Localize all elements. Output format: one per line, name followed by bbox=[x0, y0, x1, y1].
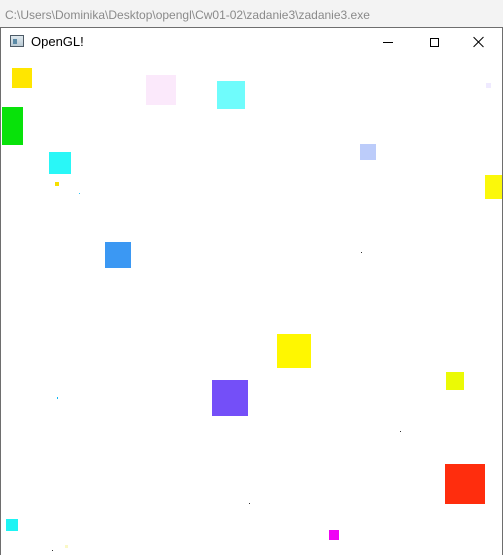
scene-square bbox=[446, 372, 464, 390]
maximize-icon bbox=[429, 37, 439, 47]
console-background: C:\Users\Dominika\Desktop\opengl\Cw01-02… bbox=[0, 0, 503, 28]
scene-square bbox=[146, 75, 176, 105]
close-icon bbox=[473, 36, 485, 48]
scene-speck bbox=[79, 193, 80, 194]
scene-square bbox=[329, 530, 339, 540]
scene-speck bbox=[65, 545, 68, 548]
scene-square bbox=[105, 242, 131, 268]
maximize-button[interactable] bbox=[411, 28, 457, 56]
scene-square bbox=[212, 380, 248, 416]
scene-square bbox=[217, 81, 245, 109]
scene-speck bbox=[52, 550, 53, 551]
minimize-icon bbox=[383, 42, 393, 43]
scene-square bbox=[6, 519, 18, 531]
scene-square bbox=[485, 175, 502, 199]
opengl-canvas[interactable] bbox=[1, 56, 502, 555]
scene-square bbox=[49, 152, 71, 174]
scene-speck bbox=[361, 252, 362, 253]
scene-square bbox=[277, 334, 311, 368]
scene-speck bbox=[57, 397, 58, 399]
minimize-button[interactable] bbox=[365, 28, 411, 56]
console-path: C:\Users\Dominika\Desktop\opengl\Cw01-02… bbox=[5, 8, 370, 22]
opengl-window[interactable]: OpenGL! bbox=[0, 27, 503, 555]
scene-speck bbox=[249, 503, 250, 504]
application-window-icon bbox=[10, 35, 24, 47]
scene-speck bbox=[55, 182, 59, 186]
scene-square bbox=[2, 107, 23, 145]
scene-speck bbox=[486, 83, 491, 88]
scene-square bbox=[360, 144, 376, 160]
close-button[interactable] bbox=[456, 28, 502, 56]
title-bar[interactable]: OpenGL! bbox=[1, 28, 502, 56]
scene-square bbox=[445, 464, 485, 504]
scene-speck bbox=[400, 431, 401, 432]
scene-square bbox=[12, 68, 32, 88]
window-title: OpenGL! bbox=[31, 34, 84, 49]
